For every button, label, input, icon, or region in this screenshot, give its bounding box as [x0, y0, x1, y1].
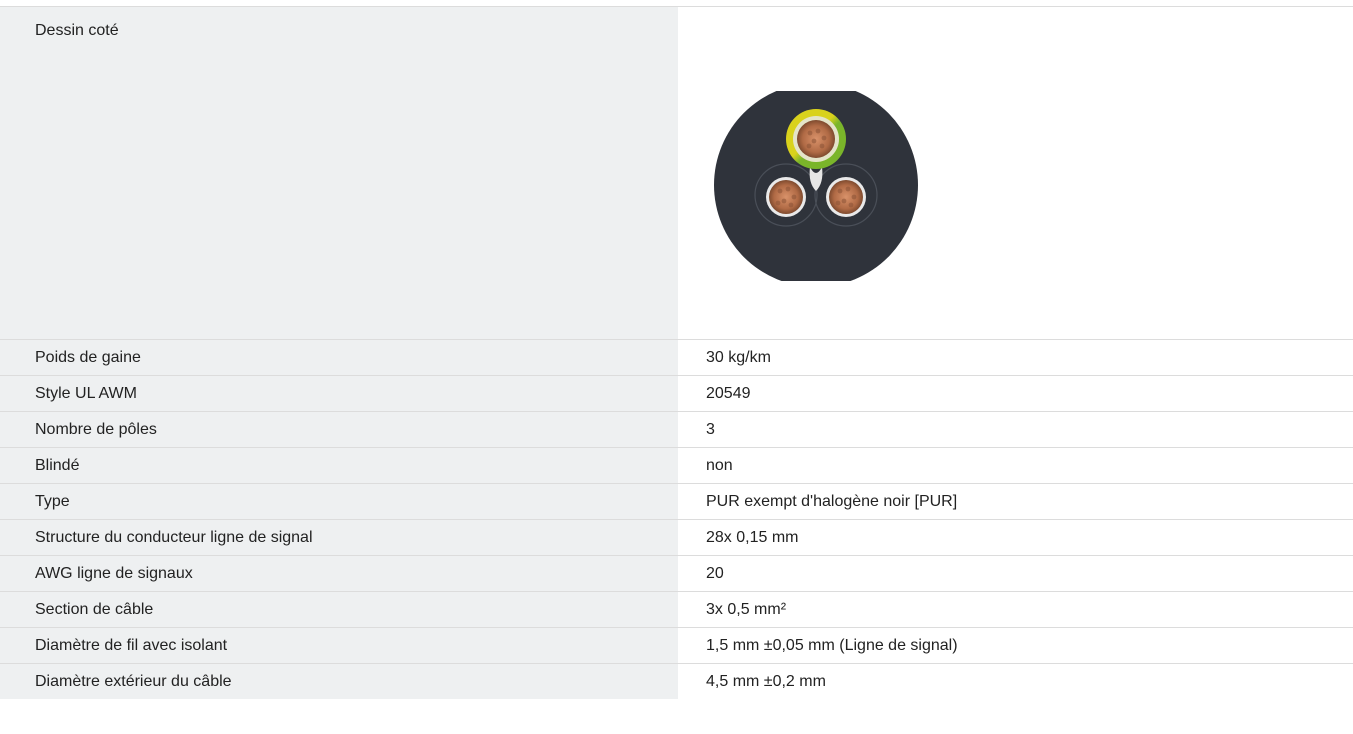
spec-label-text: Dessin coté	[35, 22, 119, 39]
spec-row: Structure du conducteur ligne de signal …	[0, 519, 1353, 555]
spec-label: AWG ligne de signaux	[0, 556, 678, 591]
spec-row: Type PUR exempt d'halogène noir [PUR]	[0, 483, 1353, 519]
spec-value: non	[678, 448, 1353, 483]
left-wire-copper	[769, 180, 803, 214]
spec-value: 20	[678, 556, 1353, 591]
spec-row-drawing: Dessin coté	[0, 6, 1353, 339]
spec-value: 4,5 mm ±0,2 mm	[678, 664, 1353, 699]
spec-row: Diamètre extérieur du câble 4,5 mm ±0,2 …	[0, 663, 1353, 699]
spec-row: Nombre de pôles 3	[0, 411, 1353, 447]
spec-label: Dessin coté	[0, 7, 678, 339]
earth-wire-copper	[797, 120, 835, 158]
spec-label: Type	[0, 484, 678, 519]
spec-value: 30 kg/km	[678, 340, 1353, 375]
spec-value: 3x 0,5 mm²	[678, 592, 1353, 627]
spec-label: Blindé	[0, 448, 678, 483]
spec-label: Nombre de pôles	[0, 412, 678, 447]
spec-value: 28x 0,15 mm	[678, 520, 1353, 555]
spec-row: Diamètre de fil avec isolant 1,5 mm ±0,0…	[0, 627, 1353, 663]
spec-table: Dessin coté Poids de gaine 30 kg/km Styl…	[0, 0, 1353, 699]
spec-value: 3	[678, 412, 1353, 447]
right-wire-copper	[829, 180, 863, 214]
spec-label: Structure du conducteur ligne de signal	[0, 520, 678, 555]
spec-value: 20549	[678, 376, 1353, 411]
spec-row: Section de câble 3x 0,5 mm²	[0, 591, 1353, 627]
spec-row: AWG ligne de signaux 20	[0, 555, 1353, 591]
spec-label: Diamètre de fil avec isolant	[0, 628, 678, 663]
cable-cross-section-drawing	[714, 91, 918, 281]
spec-label: Poids de gaine	[0, 340, 678, 375]
spec-label: Style UL AWM	[0, 376, 678, 411]
spec-row: Poids de gaine 30 kg/km	[0, 339, 1353, 375]
spec-value: PUR exempt d'halogène noir [PUR]	[678, 484, 1353, 519]
spec-label: Section de câble	[0, 592, 678, 627]
spec-value: 1,5 mm ±0,05 mm (Ligne de signal)	[678, 628, 1353, 663]
spec-label: Diamètre extérieur du câble	[0, 664, 678, 699]
spec-row: Style UL AWM 20549	[0, 375, 1353, 411]
spec-row: Blindé non	[0, 447, 1353, 483]
spec-value-drawing	[678, 7, 1353, 339]
